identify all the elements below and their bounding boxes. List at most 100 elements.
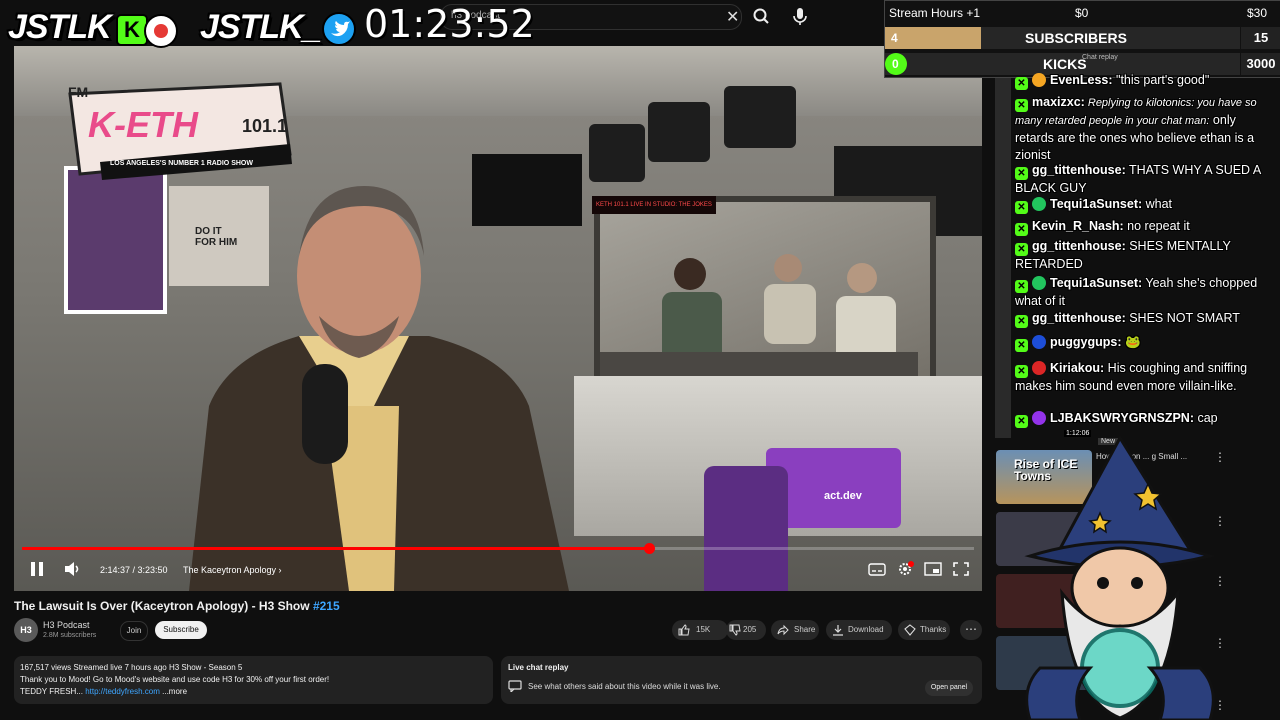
miniplayer-icon[interactable] [924,561,942,577]
chat-message: ✕ Kiriakou: His coughing and sniffing mak… [1015,360,1277,395]
kick-chat-icon: ✕ [1015,243,1028,256]
stream-hours-label: Stream Hours +1 [889,6,981,20]
thumbs-down-icon [729,624,741,636]
settings-gear-icon[interactable] [896,561,914,577]
sidebar-thumbnail-strip [995,78,1011,438]
chat-bubble-icon [508,680,522,692]
stream-timer: 01:23:52 [364,2,535,46]
captions-icon[interactable] [868,561,886,577]
chat-username[interactable]: maxizxc: [1032,95,1085,109]
search-button[interactable] [748,3,776,29]
chat-username[interactable]: gg_tittenhouse: [1032,163,1126,177]
kick-chat-icon: ✕ [1015,315,1028,328]
show-more-link[interactable]: ...more [160,687,187,696]
user-badge-icon [1032,276,1046,290]
video-title-text: The Lawsuit Is Over (Kaceytron Apology) … [14,599,313,613]
kick-chat-icon: ✕ [1015,415,1028,428]
channel-avatar[interactable]: H3 [14,618,38,642]
chat-username[interactable]: LJBAKSWRYGRNSZPN: [1050,411,1194,425]
live-chat-replay-box: Live chat replay See what others said ab… [501,656,982,704]
stream-goal-widget: Stream Hours +1 $0 $30 4 SUBSCRIBERS 15 … [884,0,1280,78]
kicks-count: 0 [892,57,899,71]
chat-message: ✕ LJBAKSWRYGRNSZPN: cap [1015,410,1277,428]
chat-username[interactable]: gg_tittenhouse: [1032,239,1126,253]
chat-replay-label: Chat replay [1082,54,1118,61]
chat-message: ✕ gg_tittenhouse: SHES MENTALLY RETARDED [1015,238,1277,273]
description-prefix: TEDDY FRESH... [20,687,86,696]
twitter-bird-icon [322,12,356,46]
chat-message: ✕ Tequi1aSunset: what [1015,196,1277,214]
search-icon [753,8,769,24]
pause-icon[interactable] [30,561,44,577]
description-box[interactable]: 167,517 views Streamed live 7 hours ago … [14,656,493,704]
join-button[interactable]: Join [120,621,148,641]
user-badge-icon [1032,335,1046,349]
thanks-label: Thanks [920,625,947,634]
goal-max-value: $30 [1247,6,1268,20]
chat-message: ✕ Kevin_R_Nash: no repeat it [1015,218,1277,236]
purple-shaker-cup [704,466,788,591]
chat-username[interactable]: Kiriakou: [1050,361,1104,375]
kick-chat-icon: ✕ [1015,201,1028,214]
kick-chat-icon: ✕ [1015,77,1028,90]
description-meta: 167,517 views Streamed live 7 hours ago … [20,663,243,672]
channel-logo-twitter: JSTLK_ [200,8,322,46]
chapter-title[interactable]: The Kaceytron Apology › [183,565,282,575]
studio-people-illustration [600,254,918,400]
crt-monitor [648,102,710,162]
chat-text: "this part's good" [1112,73,1210,87]
channel-logo-kick: JSTLK [8,8,112,46]
video-hashtag[interactable]: #215 [313,599,340,613]
chat-username[interactable]: puggygups: [1050,335,1122,349]
chat-text: 🐸 [1121,335,1141,349]
clear-search-icon[interactable]: ✕ [726,7,739,27]
led-ticker: KETH 101.1 LIVE IN STUDIO: THE JOKES [592,196,716,214]
user-badge-icon [1032,361,1046,375]
crt-monitor [724,86,796,148]
chat-username[interactable]: Tequi1aSunset: [1050,276,1142,290]
sign-fm: FM [68,84,89,100]
chat-message: ✕ gg_tittenhouse: THATS WHY A SUED A BLAC… [1015,162,1277,197]
dislike-count: 205 [743,625,757,634]
kick-chat-icon: ✕ [1015,365,1028,378]
live-chat-subtitle: See what others said about this video wh… [528,682,721,691]
like-count: 15K [696,625,711,634]
channel-name[interactable]: H3 Podcast [43,620,90,630]
share-label: Share [794,625,816,634]
voice-search-button[interactable] [790,4,810,28]
dislike-button[interactable]: 205 [726,620,766,640]
record-icon [144,14,178,48]
subscribers-count: 4 [891,31,898,45]
kick-chat-icon: ✕ [1015,280,1028,293]
share-arrow-icon [777,624,789,636]
download-icon [833,625,843,636]
video-player[interactable]: KETH 101.1 LIVE IN STUDIO: THE JOKES DO … [14,46,982,591]
volume-icon[interactable] [64,561,82,577]
chat-username[interactable]: Kevin_R_Nash: [1032,219,1124,233]
fullscreen-icon[interactable] [952,561,970,577]
chat-text: SHES NOT SMART [1125,311,1240,325]
chat-username[interactable]: Tequi1aSunset: [1050,197,1142,211]
subscribers-goal-target: 15 [1241,27,1280,49]
chat-username[interactable]: gg_tittenhouse: [1032,311,1126,325]
time-display: 2:14:37 / 3:23:50 [100,565,168,575]
chat-username[interactable]: EvenLess: [1050,73,1113,87]
subscribe-button[interactable]: Subscribe [155,621,207,639]
share-button[interactable]: Share [771,620,819,640]
live-chat-title: Live chat replay [508,663,569,672]
like-button[interactable]: 15K [672,620,728,640]
description-text: Thank you to Mood! Go to Mood's website … [20,675,330,684]
user-badge-icon [1032,73,1046,87]
description-link[interactable]: http://teddyfresh.com [85,687,160,696]
download-label: Download [848,625,884,634]
progress-scrubber[interactable] [644,543,655,554]
more-actions-button[interactable]: ⋯ [960,620,982,640]
download-button[interactable]: Download [826,620,892,640]
thanks-button[interactable]: Thanks [898,620,950,640]
kick-chat-icon: ✕ [1015,339,1028,352]
chat-overlay: ✕ EvenLess: "this part's good" ✕ maxizxc: R… [1012,70,1278,432]
progress-bar-played [22,547,650,550]
subscribers-goal-bar: 4 SUBSCRIBERS [885,27,1240,49]
chat-message: ✕ gg_tittenhouse: SHES NOT SMART [1015,310,1277,328]
open-panel-button[interactable]: Open panel [925,680,973,696]
